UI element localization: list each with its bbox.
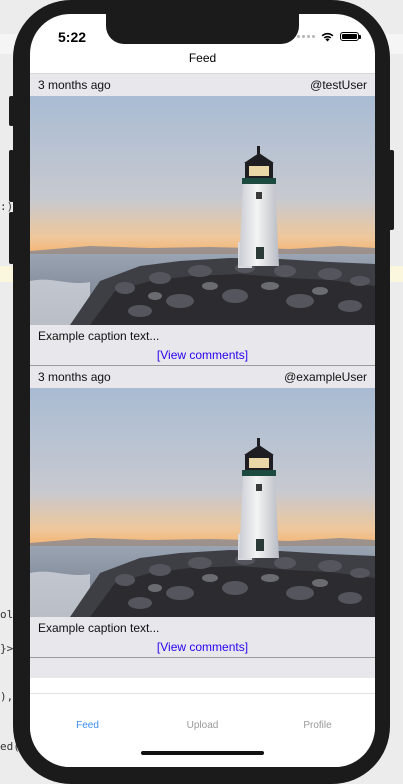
tab-profile[interactable]: Profile (260, 720, 375, 731)
post-image[interactable] (30, 96, 375, 325)
post-header: 3 months ago @exampleUser (30, 366, 375, 388)
post-username[interactable]: @testUser (310, 78, 367, 92)
nav-title: Feed (188, 51, 217, 65)
post-caption: Example caption text... (38, 621, 160, 635)
status-time: 5:22 (58, 29, 87, 45)
view-comments-link[interactable]: [View comments] (30, 637, 375, 657)
post-username[interactable]: @exampleUser (284, 370, 367, 384)
tab-upload[interactable]: Upload (145, 720, 260, 731)
tab-bar: Feed Upload Profile (30, 693, 375, 767)
app-screen: 5:22 Feed 3 months ago @testUser Example… (30, 14, 375, 767)
wifi-icon (321, 32, 334, 42)
phone-frame: 5:22 Feed 3 months ago @testUser Example… (9, 0, 394, 784)
post-image[interactable] (30, 388, 375, 617)
post-timestamp: 3 months ago (38, 78, 111, 92)
post-header: 3 months ago @testUser (30, 74, 375, 96)
feed-list[interactable]: 3 months ago @testUser Example caption t… (30, 74, 375, 693)
next-post-partial (30, 658, 375, 678)
post-caption: Example caption text... (38, 329, 160, 343)
feed-post: 3 months ago @exampleUser Example captio… (30, 366, 375, 658)
status-icons (297, 31, 361, 42)
notch (106, 14, 299, 44)
view-comments-link[interactable]: [View comments] (30, 345, 375, 365)
battery-icon (340, 32, 361, 41)
tab-feed[interactable]: Feed (30, 720, 145, 731)
post-timestamp: 3 months ago (38, 370, 111, 384)
feed-post: 3 months ago @testUser Example caption t… (30, 74, 375, 366)
signal-icon (297, 35, 315, 38)
home-indicator[interactable] (141, 751, 264, 755)
